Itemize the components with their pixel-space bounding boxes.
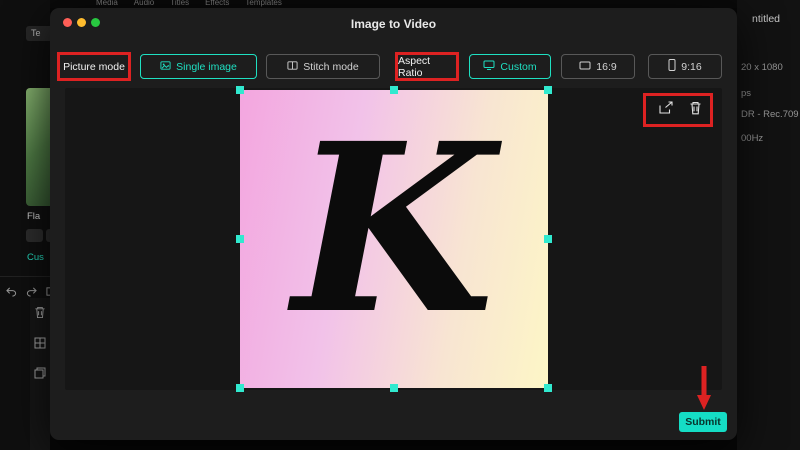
media-link[interactable]: Cus: [27, 252, 44, 263]
undo-icon[interactable]: [6, 284, 17, 302]
stitch-mode-button[interactable]: Stitch mode: [266, 54, 380, 79]
aspect-16-9-label: 16:9: [596, 60, 617, 73]
landscape-icon: [579, 60, 591, 74]
aspect-9-16-button[interactable]: 9:16: [648, 54, 722, 79]
selection-handle-mid-right[interactable]: [543, 235, 552, 243]
annotation-box-preview-actions: [643, 93, 713, 127]
media-action-button[interactable]: [26, 229, 43, 242]
aspect-9-16-label: 9:16: [681, 60, 702, 73]
stitch-mode-label: Stitch mode: [303, 60, 359, 73]
menubar-item-media[interactable]: Media: [96, 0, 118, 7]
layers-icon[interactable]: [34, 366, 46, 384]
aspect-16-9-button[interactable]: 16:9: [561, 54, 635, 79]
property-color-space: DR - Rec.709: [741, 109, 799, 120]
phone-icon: [668, 59, 676, 74]
monitor-icon: [483, 60, 495, 74]
app-menubar: Media Audio Titles Effects Templates: [0, 0, 800, 8]
media-name-label: Fla: [27, 211, 41, 222]
grid-icon[interactable]: [34, 336, 46, 354]
property-fps: ps: [741, 88, 752, 99]
picture-mode-label-text: Picture mode: [63, 60, 125, 73]
preview-area: K: [65, 86, 722, 392]
property-resolution: 20 x 1080: [741, 62, 783, 73]
stitch-icon: [287, 60, 298, 74]
single-image-label: Single image: [176, 60, 237, 73]
selection-handle-top-right[interactable]: [543, 86, 552, 94]
menubar-item-titles[interactable]: Titles: [170, 0, 189, 7]
submit-button[interactable]: Submit: [679, 412, 727, 432]
menubar-item-audio[interactable]: Audio: [134, 0, 154, 7]
panel-divider: [0, 276, 50, 277]
menubar-items: Media Audio Titles Effects Templates: [96, 0, 282, 7]
selection-handle-top-left[interactable]: [235, 86, 244, 94]
image-to-video-modal: Image to Video Picture mode Single image…: [50, 8, 737, 440]
selection-handle-bottom-mid[interactable]: [389, 384, 398, 392]
delete-icon[interactable]: [34, 306, 46, 324]
picture-mode-label: Picture mode: [57, 52, 131, 81]
menubar-item-templates[interactable]: Templates: [245, 0, 281, 7]
aspect-custom-label: Custom: [500, 60, 537, 73]
preview-image[interactable]: K: [235, 86, 552, 392]
aspect-custom-button[interactable]: Custom: [469, 54, 551, 79]
selection-handle-mid-left[interactable]: [235, 235, 244, 243]
property-refresh-rate: 00Hz: [741, 133, 764, 144]
project-title: ntitled: [752, 13, 781, 25]
annotation-arrow-submit: [695, 364, 713, 417]
single-image-button[interactable]: Single image: [140, 54, 257, 79]
selection-handle-top-mid[interactable]: [389, 86, 398, 94]
aspect-ratio-label-text: Aspect Ratio: [398, 54, 431, 79]
aspect-ratio-label: Aspect Ratio: [395, 52, 459, 81]
image-icon: [160, 60, 171, 74]
letter-k-glyph: K: [292, 92, 495, 365]
menubar-item-effects[interactable]: Effects: [205, 0, 229, 7]
selection-handle-bottom-right[interactable]: [543, 384, 552, 392]
selection-handle-bottom-left[interactable]: [235, 384, 244, 392]
modal-title: Image to Video: [350, 17, 437, 31]
